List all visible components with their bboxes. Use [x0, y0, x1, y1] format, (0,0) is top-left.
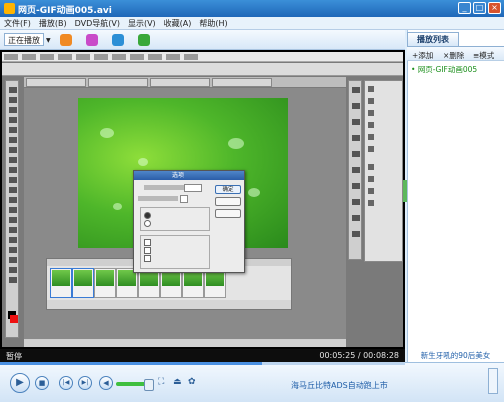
previous-button[interactable]: |◀: [59, 376, 73, 390]
control-bar: [0, 362, 504, 402]
app-icon: [4, 3, 15, 14]
options-dialog: 选项 确定: [133, 170, 245, 273]
seek-bar[interactable]: [0, 362, 405, 365]
ps-menu-bar: [2, 52, 403, 62]
window-title: 网页-GIF动画005.avi: [18, 6, 112, 16]
screen-icon[interactable]: [112, 34, 124, 46]
ps-toolbox: [5, 80, 19, 338]
toolbar: 正在播放 ▼: [0, 30, 405, 50]
title-bar[interactable]: 网页-GIF动画005.avi _ □ ×: [0, 0, 504, 17]
playlist-item[interactable]: • 网页-GIF动画005: [411, 64, 477, 75]
ps-options-bar: [2, 63, 403, 76]
ok-button[interactable]: 确定: [215, 185, 241, 194]
menu-play[interactable]: 播放(B): [35, 17, 71, 30]
playlist-add-button[interactable]: +添加: [412, 50, 433, 61]
playlist-mode-button[interactable]: ≡模式: [473, 50, 494, 61]
ps-panel-icons: [348, 80, 362, 260]
ad-text[interactable]: 海马丘比特ADS自动跑上市: [291, 380, 388, 391]
resize-grip-icon[interactable]: [488, 368, 498, 394]
open-file-icon[interactable]: ⏏: [173, 377, 182, 387]
close-button[interactable]: ×: [488, 2, 501, 14]
dialog-title: 选项: [134, 171, 244, 180]
maximize-button[interactable]: □: [473, 2, 486, 14]
volume-icon[interactable]: ◀: [99, 376, 113, 390]
playback-status-bar: 暂停 00:05:25 / 00:08:28: [0, 349, 405, 362]
menu-bar: 文件(F) 播放(B) DVD导航(V) 显示(V) 收藏(A) 帮助(H): [0, 17, 504, 30]
next-button[interactable]: ▶|: [78, 376, 92, 390]
playlist-tab[interactable]: 播放列表: [407, 32, 459, 46]
fullscreen-icon[interactable]: ⛶: [158, 377, 164, 387]
stop-button[interactable]: ■: [35, 376, 49, 390]
tools-icon[interactable]: [138, 34, 150, 46]
ps-panels: [364, 80, 403, 262]
effects-icon[interactable]: [86, 34, 98, 46]
menu-help[interactable]: 帮助(H): [195, 17, 231, 30]
menu-file[interactable]: 文件(F): [0, 17, 35, 30]
dialog-button-2[interactable]: [215, 197, 241, 206]
menu-display[interactable]: 显示(V): [124, 17, 160, 30]
menu-dvd[interactable]: DVD导航(V): [71, 17, 124, 30]
minimize-button[interactable]: _: [458, 2, 471, 14]
skin-icon[interactable]: [60, 34, 72, 46]
settings-icon[interactable]: ✿: [188, 377, 196, 387]
dropdown-arrow-icon[interactable]: ▼: [46, 37, 51, 44]
playlist-panel: [407, 30, 504, 362]
dialog-button-3[interactable]: [215, 209, 241, 218]
volume-slider[interactable]: [116, 379, 154, 391]
ps-document-tabs: [24, 77, 346, 87]
play-button[interactable]: ▶: [10, 373, 30, 393]
playlist-delete-button[interactable]: ×删除: [443, 50, 464, 61]
playlist-footer-link[interactable]: 新生牙吼的90后美女: [407, 350, 504, 362]
menu-favorites[interactable]: 收藏(A): [160, 17, 196, 30]
play-state: 暂停: [6, 352, 22, 361]
time-display: 00:05:25 / 00:08:28: [319, 351, 399, 360]
panel-splitter[interactable]: [403, 180, 407, 202]
playlist-toolbar: +添加 ×删除 ≡模式: [407, 46, 504, 61]
now-playing-button[interactable]: 正在播放: [4, 33, 44, 46]
ps-status-bar: [24, 339, 346, 347]
